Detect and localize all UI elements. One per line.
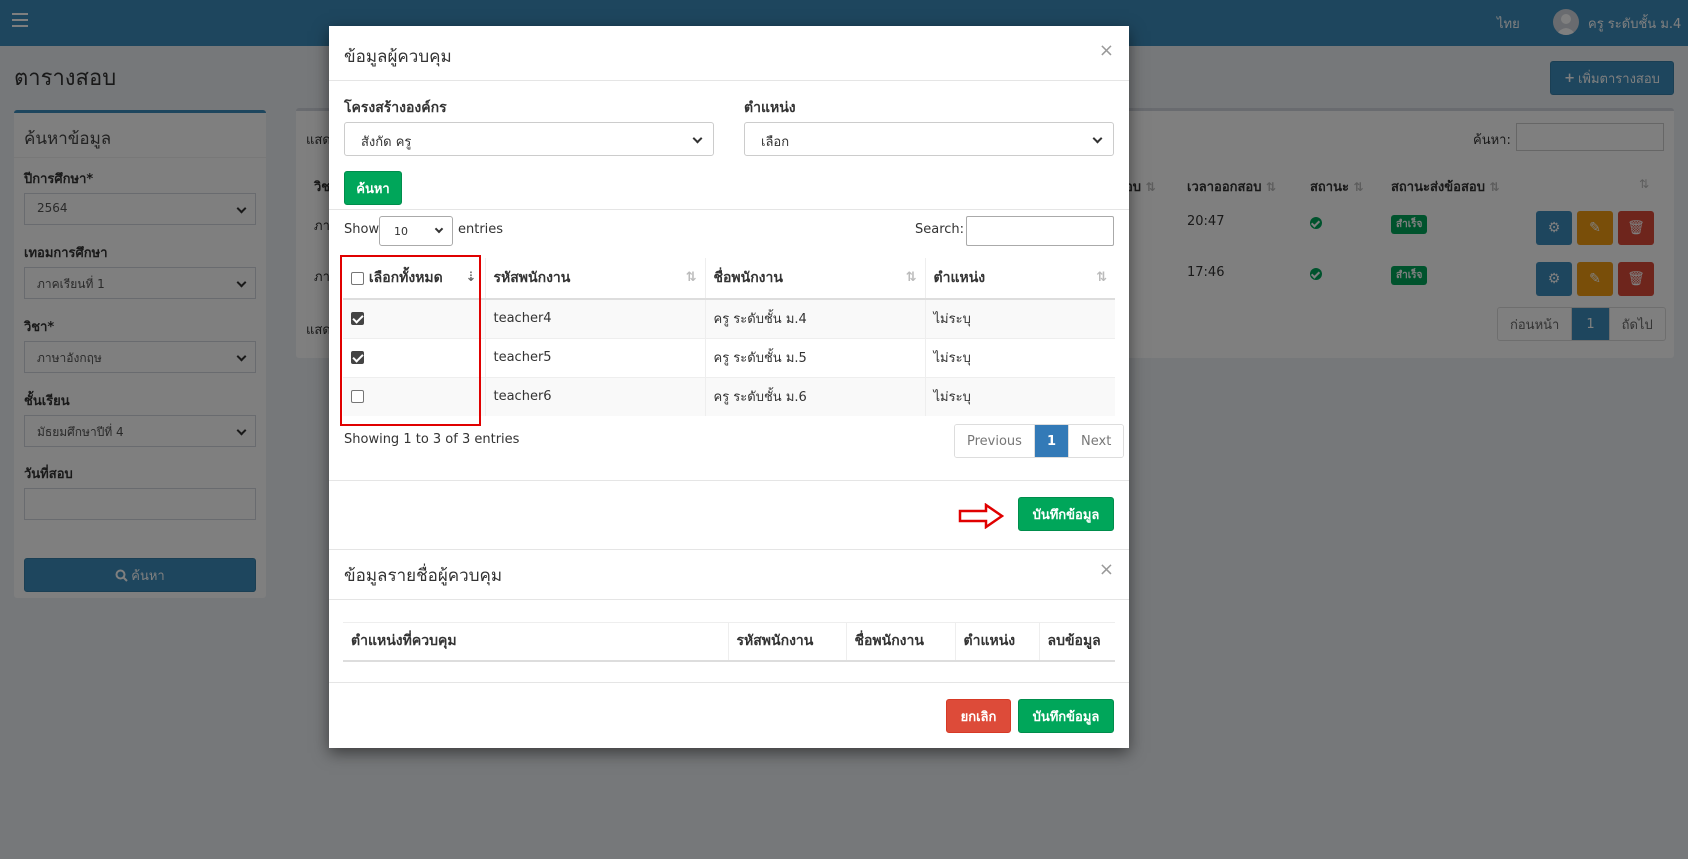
employee-name-cell: ครู ระดับชั้น ม.6 xyxy=(704,376,925,416)
footer-save-button[interactable]: บันทึกข้อมูล xyxy=(1018,699,1114,733)
modal-pagination: Previous 1 Next xyxy=(954,424,1125,458)
cancel-button[interactable]: ยกเลิก xyxy=(946,699,1011,733)
position-label: ตำแหน่ง xyxy=(744,100,796,116)
column-delete: ลบข้อมูล xyxy=(1038,622,1115,662)
table-search-input[interactable] xyxy=(966,216,1114,246)
chevron-down-icon xyxy=(434,224,444,234)
employee-code-cell: teacher5 xyxy=(484,337,705,377)
previous-page-button[interactable]: Previous xyxy=(955,425,1034,457)
divider xyxy=(329,80,1129,81)
entries-length-value: 10 xyxy=(394,225,408,238)
column-employee-name: ชื่อพนักงาน xyxy=(845,622,955,662)
entries-label: entries xyxy=(458,222,504,237)
save-button[interactable]: บันทึกข้อมูล xyxy=(1018,497,1114,531)
employee-name-cell: ครู ระดับชั้น ม.4 xyxy=(704,298,925,338)
position-cell: ไม่ระบุ xyxy=(924,376,1115,416)
column-employee-code[interactable]: รหัสพนักงาน ⇅ xyxy=(484,258,705,300)
column-controlled-position: ตำแหน่งที่ควบคุม xyxy=(343,622,728,662)
divider xyxy=(329,549,1129,550)
close-icon[interactable]: × xyxy=(1099,40,1114,61)
position-select[interactable]: เลือก xyxy=(744,122,1114,156)
supervisor-modal: ข้อมูลผู้ควบคุม × โครงสร้างองค์กร สังกัด… xyxy=(329,26,1129,748)
highlight-annotation-box xyxy=(340,255,481,426)
column-position-label: ตำแหน่ง xyxy=(933,270,986,286)
search-label: Search: xyxy=(915,222,965,237)
modal-title: ข้อมูลผู้ควบคุม xyxy=(344,47,452,67)
page-1-button[interactable]: 1 xyxy=(1033,425,1068,457)
column-position[interactable]: ตำแหน่ง ⇅ xyxy=(924,258,1115,300)
sort-icon: ⇅ xyxy=(1096,270,1107,285)
column-position: ตำแหน่ง xyxy=(954,622,1039,662)
show-label: Show xyxy=(344,222,380,237)
column-employee-name-label: ชื่อพนักงาน xyxy=(713,270,783,286)
org-structure-select[interactable]: สังกัด ครู xyxy=(344,122,714,156)
divider xyxy=(329,209,1129,210)
position-cell: ไม่ระบุ xyxy=(924,298,1115,338)
modal-search-button[interactable]: ค้นหา xyxy=(344,171,402,205)
employee-name-cell: ครู ระดับชั้น ม.5 xyxy=(704,337,925,377)
next-page-button[interactable]: Next xyxy=(1068,425,1124,457)
column-employee-code-label: รหัสพนักงาน xyxy=(493,270,571,286)
chevron-down-icon xyxy=(692,133,703,144)
employee-code-cell: teacher6 xyxy=(484,376,705,416)
org-structure-value: สังกัด ครู xyxy=(361,135,412,150)
sort-icon: ⇅ xyxy=(905,270,917,285)
close-icon[interactable]: × xyxy=(1099,559,1114,580)
position-cell: ไม่ระบุ xyxy=(924,337,1115,377)
supervisor-list-table: ตำแหน่งที่ควบคุม รหัสพนักงาน ชื่อพนักงาน… xyxy=(343,622,1115,662)
entries-length-select[interactable]: 10 xyxy=(379,216,453,246)
divider xyxy=(329,480,1129,481)
divider xyxy=(329,599,1129,600)
column-employee-name[interactable]: ชื่อพนักงาน ⇅ xyxy=(704,258,925,300)
chevron-down-icon xyxy=(1092,133,1103,144)
divider xyxy=(329,682,1129,683)
employee-code-cell: teacher4 xyxy=(484,298,705,338)
org-structure-label: โครงสร้างองค์กร xyxy=(344,100,447,116)
column-employee-code: รหัสพนักงาน xyxy=(727,622,846,662)
sort-icon: ⇅ xyxy=(685,270,697,285)
table-info: Showing 1 to 3 of 3 entries xyxy=(344,432,520,447)
arrow-right-icon xyxy=(958,503,1004,529)
position-value: เลือก xyxy=(761,135,790,150)
supervisor-list-title: ข้อมูลรายชื่อผู้ควบคุม xyxy=(344,566,503,586)
